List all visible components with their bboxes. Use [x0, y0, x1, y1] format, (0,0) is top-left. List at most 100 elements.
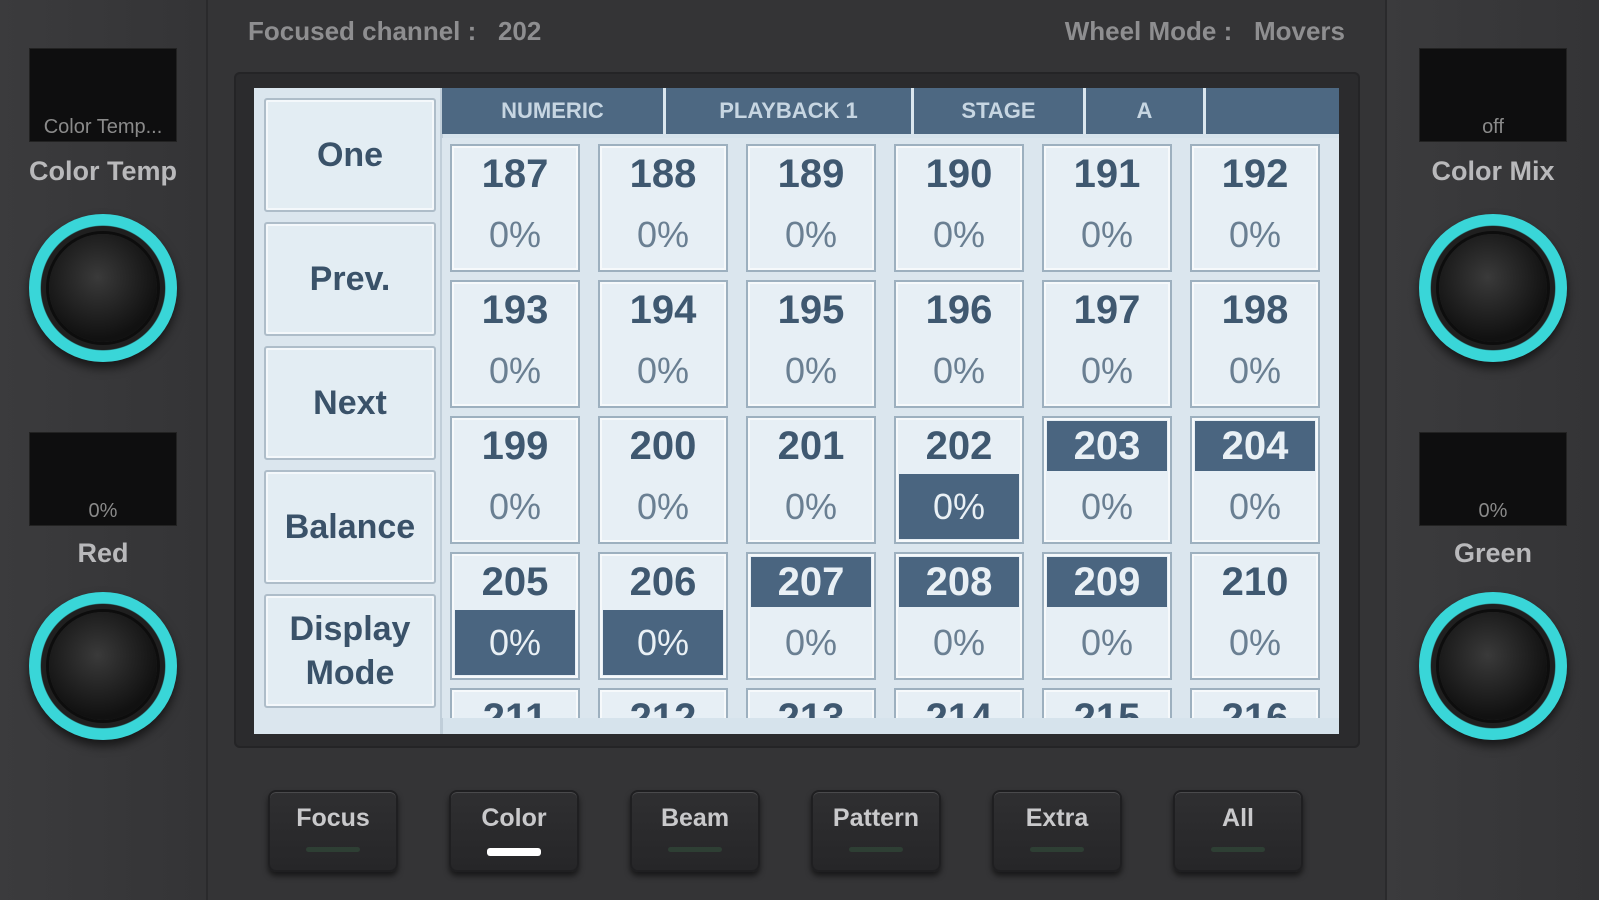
- focused-channel: Focused channel : 202: [248, 16, 541, 47]
- channel-cell[interactable]: 193 0%: [450, 280, 580, 408]
- function-button-beam[interactable]: Beam: [630, 790, 760, 872]
- next-button[interactable]: Next: [264, 346, 436, 460]
- channel-level: 0%: [932, 214, 986, 255]
- channel-level: 0%: [784, 350, 838, 391]
- encoder-color-temp: Color Temp... Color Temp 0% Red: [0, 0, 206, 900]
- channel-number: 201: [777, 424, 845, 468]
- wheel-mode: Wheel Mode : Movers: [1065, 16, 1345, 47]
- tab-playback-1[interactable]: PLAYBACK 1: [666, 88, 914, 134]
- function-button-indicator: [487, 848, 541, 856]
- channel-level: 0%: [455, 610, 575, 675]
- channel-cell[interactable]: 204 0%: [1190, 416, 1320, 544]
- channel-cell[interactable]: 198 0%: [1190, 280, 1320, 408]
- channel-level: 0%: [488, 214, 542, 255]
- tab-empty[interactable]: [1206, 88, 1339, 134]
- channel-number: 204: [1195, 421, 1315, 471]
- channel-level: 0%: [636, 214, 690, 255]
- color-temp-knob[interactable]: [29, 214, 177, 362]
- channel-cell[interactable]: 215: [1042, 688, 1172, 718]
- channel-level: 0%: [784, 622, 838, 663]
- balance-button[interactable]: Balance: [264, 470, 436, 584]
- channel-cell[interactable]: 205 0%: [450, 552, 580, 680]
- channel-cell[interactable]: 192 0%: [1190, 144, 1320, 272]
- prev-button[interactable]: Prev.: [264, 222, 436, 336]
- function-button-focus[interactable]: Focus: [268, 790, 398, 872]
- channel-number: 209: [1047, 557, 1167, 607]
- channel-cell[interactable]: 208 0%: [894, 552, 1024, 680]
- channel-cell[interactable]: 206 0%: [598, 552, 728, 680]
- channel-cell[interactable]: 203 0%: [1042, 416, 1172, 544]
- channel-number: 188: [629, 152, 697, 196]
- tab-a[interactable]: A: [1086, 88, 1206, 134]
- encoder-display-value: off: [1482, 116, 1504, 138]
- tab-stage[interactable]: STAGE: [914, 88, 1086, 134]
- function-button-all[interactable]: All: [1173, 790, 1303, 872]
- green-knob[interactable]: [1419, 592, 1567, 740]
- channel-number: 197: [1073, 288, 1141, 332]
- channel-level: 0%: [1080, 350, 1134, 391]
- tab-bar: NUMERIC PLAYBACK 1 STAGE A: [442, 88, 1339, 134]
- function-button-indicator: [849, 847, 903, 852]
- channel-cell[interactable]: 191 0%: [1042, 144, 1172, 272]
- function-button-label: Color: [481, 804, 547, 832]
- channel-cell[interactable]: 188 0%: [598, 144, 728, 272]
- channel-cell[interactable]: 200 0%: [598, 416, 728, 544]
- channel-cell[interactable]: 212: [598, 688, 728, 718]
- encoder-display: off: [1419, 48, 1567, 142]
- channel-cell[interactable]: 199 0%: [450, 416, 580, 544]
- left-encoder-column: Color Temp... Color Temp 0% Red: [0, 0, 208, 900]
- channel-cell[interactable]: 216: [1190, 688, 1320, 718]
- function-button-label: All: [1222, 804, 1254, 832]
- function-button-extra[interactable]: Extra: [992, 790, 1122, 872]
- side-button-column: One Prev. Next Balance Display Mode: [254, 88, 443, 734]
- channel-cell[interactable]: 202 0%: [894, 416, 1024, 544]
- channel-cell[interactable]: 209 0%: [1042, 552, 1172, 680]
- channel-cell[interactable]: 210 0%: [1190, 552, 1320, 680]
- channel-number: 211: [482, 696, 548, 718]
- channel-cell[interactable]: 214: [894, 688, 1024, 718]
- focused-channel-label: Focused channel :: [248, 16, 477, 46]
- channel-number: 200: [629, 424, 697, 468]
- tab-numeric[interactable]: NUMERIC: [442, 88, 666, 134]
- channel-grid: 187 0% 188 0% 189 0% 190 0% 191 0% 192 0% 193 0% 194 0%…: [442, 138, 1339, 718]
- channel-number: 196: [925, 288, 993, 332]
- encoder-label: Color Mix: [1431, 156, 1555, 186]
- channel-cell[interactable]: 197 0%: [1042, 280, 1172, 408]
- encoder-color-mix: off Color Mix 0% Green: [1387, 0, 1599, 900]
- function-button-label: Focus: [296, 804, 370, 832]
- wheel-mode-label: Wheel Mode :: [1064, 16, 1233, 46]
- channel-level: 0%: [636, 350, 690, 391]
- channel-number: 187: [481, 152, 549, 196]
- channel-number: 207: [751, 557, 871, 607]
- channel-cell[interactable]: 211: [450, 688, 580, 718]
- channel-level: 0%: [1228, 214, 1282, 255]
- encoder-display: 0%: [1419, 432, 1567, 526]
- display-mode-button[interactable]: Display Mode: [264, 594, 436, 708]
- channel-number: 212: [629, 696, 697, 718]
- red-knob[interactable]: [29, 592, 177, 740]
- channel-cell[interactable]: 196 0%: [894, 280, 1024, 408]
- function-button-pattern[interactable]: Pattern: [811, 790, 941, 872]
- channel-number: 203: [1047, 421, 1167, 471]
- channel-cell[interactable]: 189 0%: [746, 144, 876, 272]
- channel-level: 0%: [932, 622, 986, 663]
- channel-cell[interactable]: 213: [746, 688, 876, 718]
- channel-cell[interactable]: 201 0%: [746, 416, 876, 544]
- channel-level: 0%: [1228, 622, 1282, 663]
- channel-level: 0%: [1080, 214, 1134, 255]
- channel-cell[interactable]: 194 0%: [598, 280, 728, 408]
- one-button[interactable]: One: [264, 98, 436, 212]
- channel-number: 193: [481, 288, 549, 332]
- channel-number: 189: [777, 152, 845, 196]
- channel-panel: One Prev. Next Balance Display Mode NUME…: [254, 88, 1339, 734]
- channel-level: 0%: [1080, 486, 1134, 527]
- channel-cell[interactable]: 207 0%: [746, 552, 876, 680]
- color-mix-knob[interactable]: [1419, 214, 1567, 362]
- encoder-display-value: Color Temp...: [43, 116, 163, 138]
- channel-cell[interactable]: 187 0%: [450, 144, 580, 272]
- channel-number: 191: [1073, 152, 1141, 196]
- function-button-color[interactable]: Color: [449, 790, 579, 872]
- channel-cell[interactable]: 190 0%: [894, 144, 1024, 272]
- channel-number: 198: [1221, 288, 1289, 332]
- channel-cell[interactable]: 195 0%: [746, 280, 876, 408]
